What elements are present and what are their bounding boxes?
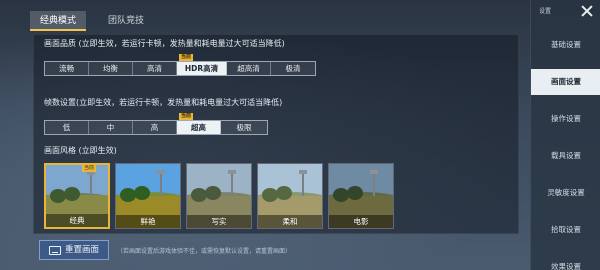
- tower-top: [228, 170, 236, 174]
- quality-option-5[interactable]: 极清: [271, 62, 315, 75]
- framerate-option-label: 极限: [236, 123, 252, 132]
- style-options: 经典 当前鲜艳 写实 柔和 电影: [44, 163, 394, 229]
- style-option-label: 经典: [46, 214, 108, 227]
- quality-option-label: 流畅: [59, 64, 74, 73]
- reset-label: 重置画面: [64, 245, 99, 255]
- framerate-selector: 低 中 高 超高 当前 极限: [44, 113, 268, 135]
- quality-option-3[interactable]: HDR高清 当前: [177, 54, 227, 75]
- reset-graphics-button[interactable]: 重置画面: [39, 240, 109, 260]
- sidebar-item-0[interactable]: 基础设置: [531, 32, 600, 58]
- tab-classic-mode[interactable]: 经典模式: [30, 11, 86, 31]
- style-option-1[interactable]: 鲜艳: [115, 163, 181, 229]
- framerate-option-1[interactable]: 中: [89, 121, 133, 134]
- style-option-label: 柔和: [258, 215, 322, 228]
- framerate-option-label: 高: [150, 123, 159, 132]
- tree-icon: [64, 187, 80, 201]
- sidebar-item-6[interactable]: 效果设置: [531, 254, 600, 270]
- framerate-option-4[interactable]: 极限: [221, 121, 267, 134]
- quality-selector: 流畅 均衡 高清 HDR高清 当前 超高清 极清: [44, 54, 316, 76]
- style-option-2[interactable]: 写实: [186, 163, 252, 229]
- sidebar-item-1[interactable]: 画面设置: [531, 69, 600, 95]
- tower-icon: [231, 172, 233, 196]
- sidebar-item-4[interactable]: 灵敏度设置: [531, 180, 600, 206]
- quality-option-2[interactable]: 高清: [133, 62, 177, 75]
- current-tag: 当前: [179, 113, 194, 120]
- style-option-label: 电影: [329, 215, 393, 228]
- quality-title: 画面品质 (立即生效，若运行卡顿，发热量和耗电量过大可适当降低): [44, 39, 285, 48]
- framerate-option-3[interactable]: 超高 当前: [177, 113, 221, 134]
- quality-option-label: HDR高清: [184, 64, 219, 73]
- quality-option-label: 极清: [285, 64, 301, 73]
- tower-top: [157, 170, 165, 174]
- quality-option-label: 高清: [147, 64, 162, 73]
- quality-option-4[interactable]: 超高清: [227, 62, 271, 75]
- tree-icon: [347, 186, 363, 200]
- sidebar-title: 设置: [539, 8, 552, 15]
- framerate-option-label: 中: [106, 123, 115, 132]
- framerate-title: 帧数设置(立即生效，若运行卡顿，发热量和耗电量过大可适当降低): [44, 98, 283, 107]
- style-option-3[interactable]: 柔和: [257, 163, 323, 229]
- tower-icon: [373, 172, 375, 196]
- quality-option-1[interactable]: 均衡: [89, 62, 133, 75]
- tower-top: [370, 170, 378, 174]
- style-option-label: 鲜艳: [116, 215, 180, 228]
- style-option-0[interactable]: 经典 当前: [44, 163, 110, 229]
- sidebar-header: 设置: [531, 0, 600, 24]
- tower-icon: [90, 173, 92, 197]
- tower-icon: [302, 172, 304, 196]
- mode-tabs: 经典模式 团队竞技: [30, 11, 154, 31]
- tree-icon: [276, 186, 292, 200]
- style-option-4[interactable]: 电影: [328, 163, 394, 229]
- framerate-option-2[interactable]: 高: [133, 121, 177, 134]
- tower-icon: [160, 172, 162, 196]
- reset-icon: [48, 245, 61, 255]
- framerate-option-0[interactable]: 低: [45, 121, 89, 134]
- sidebar-item-2[interactable]: 操作设置: [531, 106, 600, 132]
- quality-option-label: 均衡: [103, 64, 118, 73]
- reset-note: （若画面设置后游戏体验不佳，或需恢复默认设置，请重置画面）: [117, 248, 292, 255]
- quality-option-label: 超高清: [237, 64, 260, 73]
- current-tag: 当前: [179, 54, 194, 61]
- quality-option-0[interactable]: 流畅: [45, 62, 89, 75]
- close-icon[interactable]: [579, 3, 595, 19]
- sidebar-item-5[interactable]: 拾取设置: [531, 217, 600, 243]
- framerate-option-label: 超高: [191, 123, 206, 132]
- style-title: 画面风格 (立即生效): [44, 146, 117, 155]
- tower-top: [299, 170, 307, 174]
- graphics-settings-panel: 画面品质 (立即生效，若运行卡顿，发热量和耗电量过大可适当降低) 流畅 均衡 高清 H…: [33, 34, 519, 234]
- current-tag: 当前: [82, 165, 97, 172]
- tab-team-deathmatch[interactable]: 团队竞技: [98, 11, 154, 31]
- sidebar-item-3[interactable]: 载具设置: [531, 143, 600, 169]
- tree-icon: [205, 186, 221, 200]
- tree-icon: [134, 186, 150, 200]
- framerate-option-label: 低: [62, 123, 71, 132]
- style-option-label: 写实: [187, 215, 251, 228]
- settings-sidebar: 设置 基础设置画面设置操作设置载具设置灵敏度设置拾取设置效果设置: [530, 0, 600, 270]
